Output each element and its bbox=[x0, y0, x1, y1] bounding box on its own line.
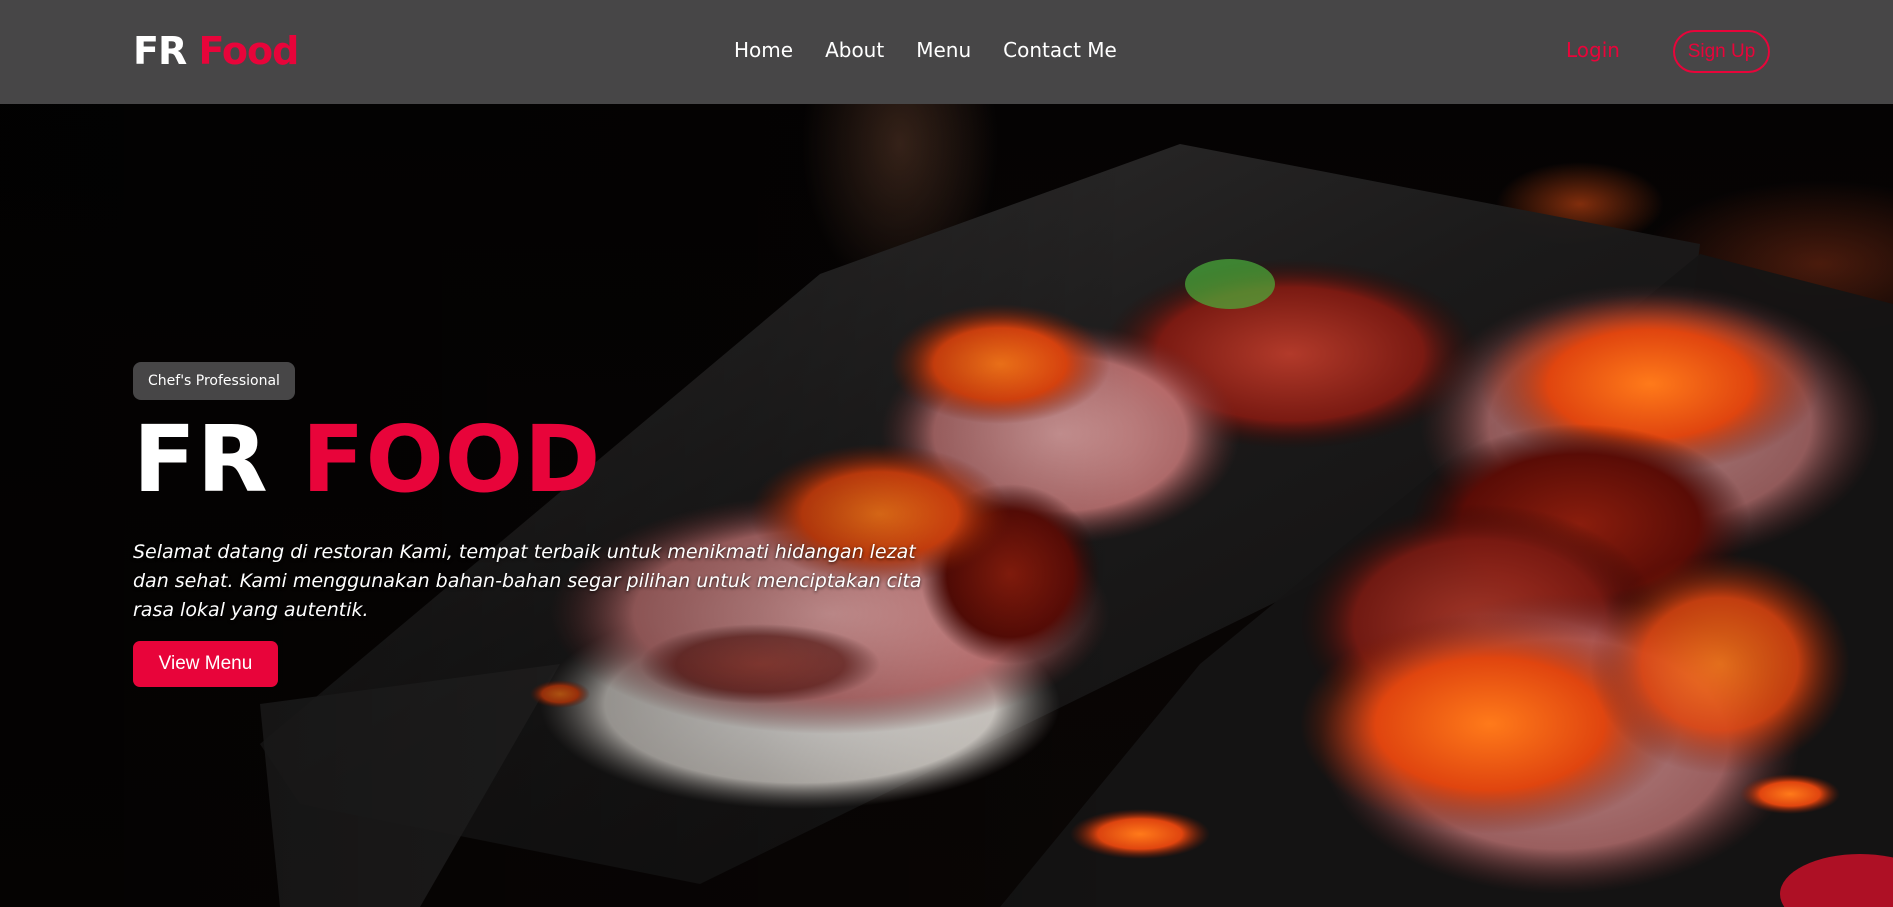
logo-text-white: FR bbox=[133, 29, 187, 73]
login-link[interactable]: Login bbox=[1566, 38, 1620, 62]
logo-text-red: Food bbox=[198, 29, 299, 73]
nav-link-contact[interactable]: Contact Me bbox=[1003, 38, 1117, 62]
site-logo[interactable]: FR Food bbox=[133, 29, 299, 73]
navbar: FR Food Home About Menu Contact Me Login… bbox=[0, 0, 1893, 104]
nav-link-home[interactable]: Home bbox=[734, 38, 793, 62]
chef-badge: Chef's Professional bbox=[133, 362, 295, 400]
nav-link-about[interactable]: About bbox=[825, 38, 884, 62]
main-nav: Home About Menu Contact Me bbox=[734, 38, 1117, 62]
signup-button[interactable]: Sign Up bbox=[1673, 30, 1770, 73]
hero-title-red: FOOD bbox=[301, 406, 602, 513]
hero-title: FR FOOD bbox=[133, 414, 601, 506]
hero-section: Chef's Professional FR FOOD Selamat data… bbox=[0, 104, 1893, 907]
hero-title-white: FR bbox=[133, 406, 269, 513]
hero-description: Selamat datang di restoran Kami, tempat … bbox=[133, 541, 922, 621]
view-menu-button[interactable]: View Menu bbox=[133, 641, 278, 687]
nav-link-menu[interactable]: Menu bbox=[916, 38, 971, 62]
